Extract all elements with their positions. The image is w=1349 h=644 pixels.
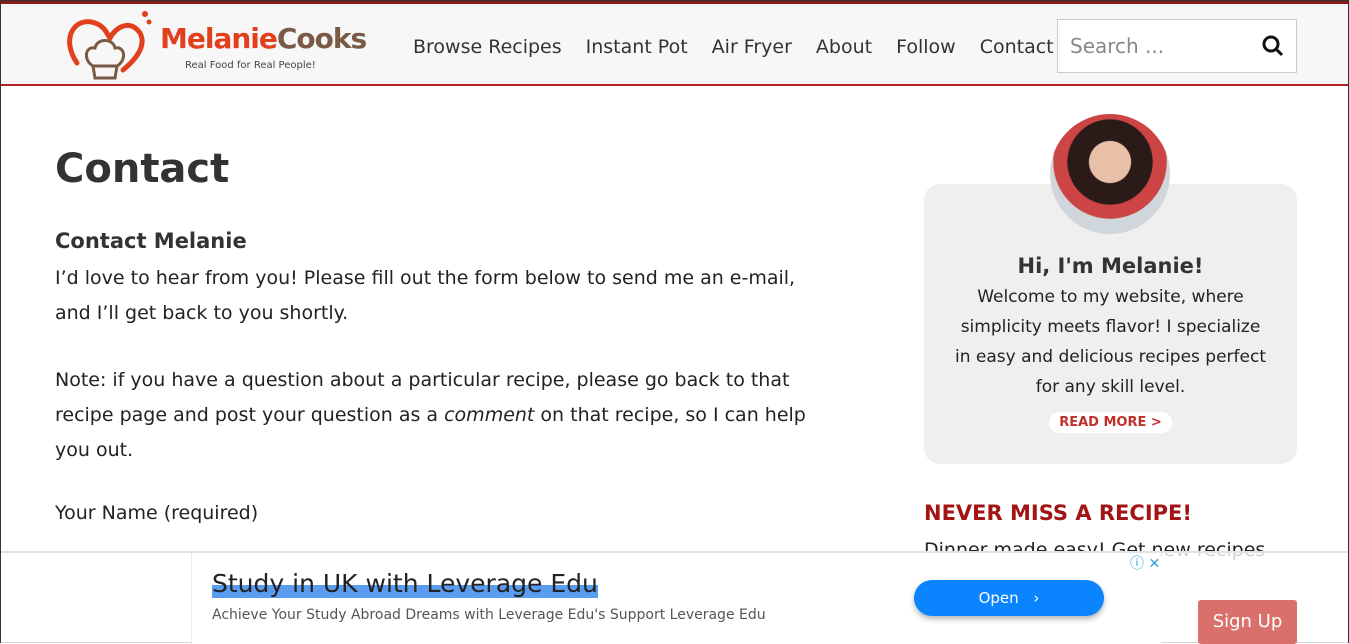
bio: Welcome to my website, where simplicity … bbox=[954, 287, 1267, 397]
main-content: Contact Contact Melanie I’d love to hear… bbox=[55, 141, 835, 531]
section-heading: Contact Melanie bbox=[55, 229, 247, 253]
note-text: Note: if you have a question about a par… bbox=[55, 363, 835, 468]
nav-instant-pot[interactable]: Instant Pot bbox=[586, 36, 688, 58]
ad-title[interactable]: Study in UK with Leverage Edu bbox=[212, 569, 598, 598]
open-label: Open bbox=[978, 589, 1019, 607]
tagline: Real Food for Real People! bbox=[185, 60, 316, 71]
chevron-right-icon: › bbox=[1033, 589, 1040, 607]
search-input[interactable]: Search ... bbox=[1057, 19, 1297, 73]
site-header: MelanieCooks Real Food for Real People! … bbox=[1, 1, 1348, 86]
heart-chef-hat-icon bbox=[67, 11, 152, 80]
greeting: Hi, I'm Melanie! bbox=[1017, 254, 1204, 278]
sign-up-button[interactable]: Sign Up bbox=[1198, 600, 1297, 644]
nav-contact[interactable]: Contact bbox=[980, 36, 1054, 58]
search-placeholder: Search ... bbox=[1070, 34, 1165, 58]
avatar bbox=[1050, 114, 1170, 234]
ad-banner[interactable]: ⓘ ✕ Study in UK with Leverage Edu Achiev… bbox=[191, 553, 1161, 644]
read-more-button[interactable]: READ MORE > bbox=[1049, 412, 1172, 433]
name-label: Your Name (required) bbox=[55, 502, 259, 524]
brand-name: MelanieCooks bbox=[160, 22, 367, 55]
site-logo[interactable]: MelanieCooks Real Food for Real People! bbox=[65, 8, 367, 84]
main-nav: Browse Recipes Instant Pot Air Fryer Abo… bbox=[413, 36, 1054, 58]
nav-about[interactable]: About bbox=[816, 36, 872, 58]
nav-browse-recipes[interactable]: Browse Recipes bbox=[413, 36, 562, 58]
page-title: Contact bbox=[55, 146, 230, 192]
newsletter-title: NEVER MISS A RECIPE! bbox=[924, 501, 1192, 525]
ad-open-button[interactable]: Open › bbox=[914, 580, 1104, 616]
ad-subtitle: Achieve Your Study Abroad Dreams with Le… bbox=[212, 607, 766, 623]
brand-first: Melanie bbox=[160, 22, 278, 55]
nav-air-fryer[interactable]: Air Fryer bbox=[712, 36, 792, 58]
ad-controls: ⓘ ✕ bbox=[1130, 553, 1160, 573]
brand-second: Cooks bbox=[276, 22, 367, 55]
nav-follow[interactable]: Follow bbox=[896, 36, 956, 58]
intro-text: I’d love to hear from you! Please fill o… bbox=[55, 267, 796, 324]
info-icon[interactable]: ⓘ bbox=[1130, 556, 1144, 572]
note-em: comment bbox=[444, 404, 535, 426]
close-icon[interactable]: ✕ bbox=[1148, 556, 1160, 572]
search-icon[interactable] bbox=[1262, 35, 1284, 57]
